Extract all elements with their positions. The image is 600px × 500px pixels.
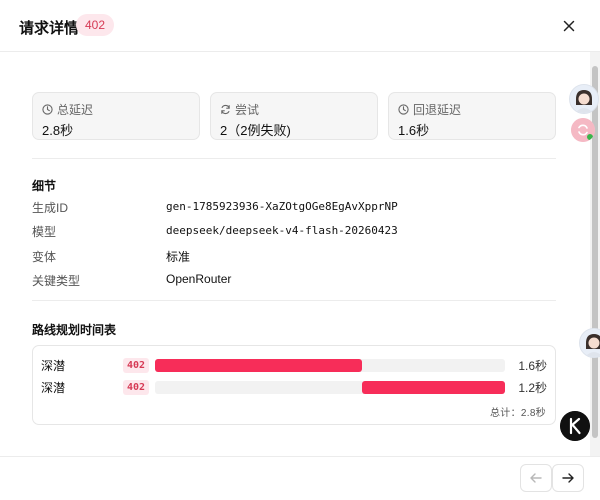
refresh-icon xyxy=(221,104,230,115)
detail-label: 生成ID xyxy=(32,201,69,215)
stat-value: 1.6秒 xyxy=(398,123,430,138)
generation-id-value: gen-1785923936-XaZOtgOGe8EgAvXpprNP xyxy=(166,200,398,213)
variant-value: 标准 xyxy=(166,250,191,264)
stat-label: 总延迟 xyxy=(57,103,94,117)
stat-value: 2（2例失败) xyxy=(220,123,291,138)
close-icon xyxy=(563,20,575,32)
clock-icon xyxy=(42,104,53,115)
timeline-title: 路线规划时间表 xyxy=(32,323,117,337)
details-title: 细节 xyxy=(32,179,57,193)
timeline-bar xyxy=(155,359,362,372)
close-button[interactable] xyxy=(558,15,580,37)
stat-value: 2.8秒 xyxy=(42,123,74,138)
modal-footer xyxy=(0,456,600,500)
stat-card-total-latency: 总延迟 2.8秒 xyxy=(32,92,200,140)
next-button[interactable] xyxy=(552,464,584,492)
avatar-icon xyxy=(580,329,600,357)
key-type-value: OpenRouter xyxy=(166,272,232,286)
timeline-provider-name: 深潜 xyxy=(41,359,66,373)
detail-label: 关键类型 xyxy=(32,274,81,288)
stat-card-attempts: 尝试 2（2例失败) xyxy=(210,92,378,140)
timeline-duration: 1.6秒 xyxy=(518,359,547,373)
timeline-total: 总计：2.8秒 xyxy=(489,408,546,419)
status-badge: 402 xyxy=(76,14,115,36)
k-logo-icon xyxy=(560,411,590,441)
scrollbar-thumb[interactable] xyxy=(592,66,598,438)
timeline-track xyxy=(155,359,505,372)
timeline-status-badge: 402 xyxy=(123,358,150,373)
plugin-button[interactable] xyxy=(571,118,595,142)
avatar-icon xyxy=(570,85,598,113)
timeline-bar xyxy=(361,381,505,394)
timeline-duration: 1.2秒 xyxy=(518,381,547,395)
model-value: deepseek/deepseek-v4-flash-20260423 xyxy=(166,224,398,237)
previous-button[interactable] xyxy=(520,464,552,492)
clock-icon xyxy=(398,104,409,115)
k-assistant-button[interactable] xyxy=(560,411,590,441)
modal-header: 请求详情 402 xyxy=(0,0,600,52)
stat-label: 回退延迟 xyxy=(413,103,462,117)
divider xyxy=(32,300,556,301)
timeline-track xyxy=(155,381,505,394)
detail-label: 模型 xyxy=(32,225,57,239)
timeline-provider-name: 深潜 xyxy=(41,381,66,395)
stat-card-fallback-latency: 回退延迟 1.6秒 xyxy=(388,92,556,140)
modal-title: 请求详情 xyxy=(19,20,80,37)
detail-label: 变体 xyxy=(32,250,57,264)
timeline-status-badge: 402 xyxy=(123,380,150,395)
arrow-right-icon xyxy=(562,473,574,483)
modal-content: 总延迟 2.8秒 尝试 2（2例失败) 回退延迟 1.6秒 细节 生成ID ge… xyxy=(0,52,590,456)
refresh-icon xyxy=(571,118,595,142)
divider xyxy=(32,158,556,159)
arrow-left-icon xyxy=(530,473,542,483)
timeline-card: 深潜 402 1.6秒 深潜 402 1.2秒 总计：2.8秒 xyxy=(32,345,556,425)
stat-label: 尝试 xyxy=(235,103,260,117)
assistant-avatar[interactable] xyxy=(569,84,599,114)
